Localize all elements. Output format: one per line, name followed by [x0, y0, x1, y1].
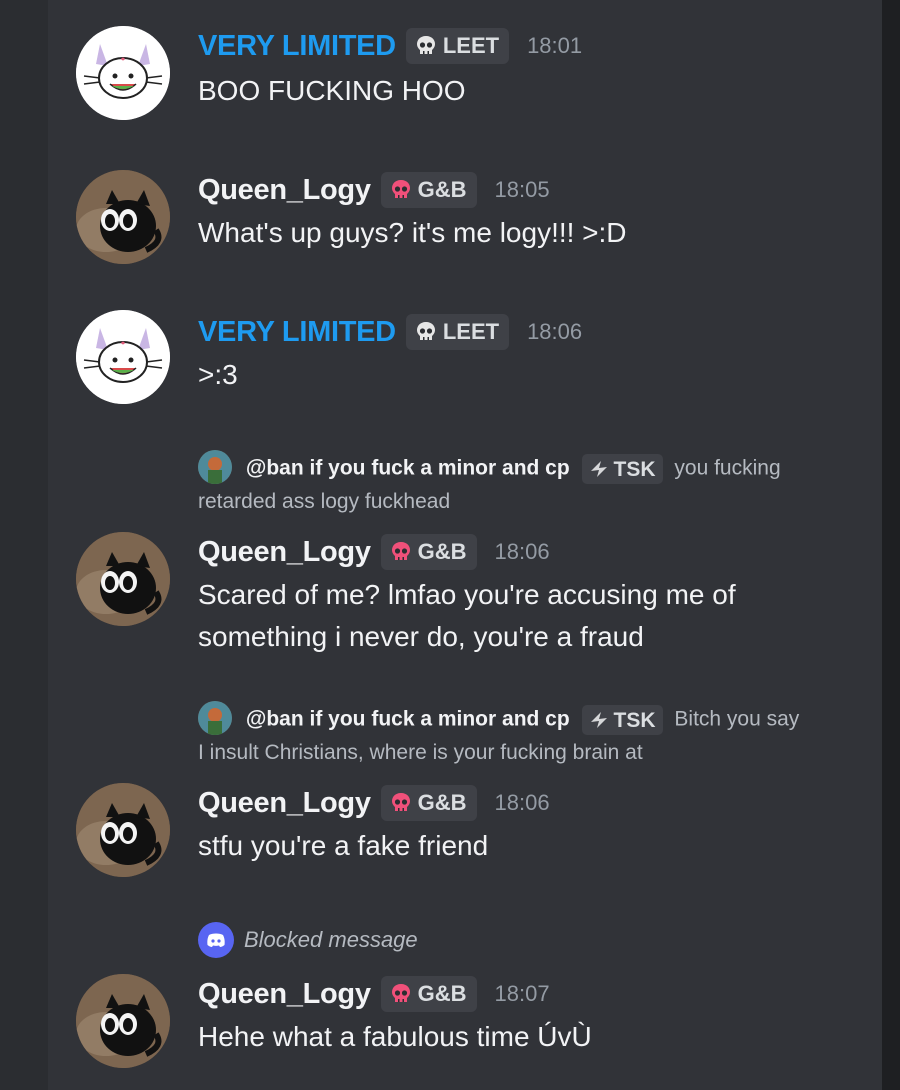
timestamp[interactable]: 18:07 [495, 981, 550, 1007]
message-header: VERY LIMITED LEET 18:01 [198, 28, 582, 64]
skull-icon [416, 36, 435, 54]
red-skull-icon [391, 984, 410, 1002]
reply-avatar [198, 450, 232, 484]
message-header: Queen_Logy G&B 18:05 [198, 172, 550, 208]
message-text: What's up guys? it's me logy!!! >:D [198, 217, 627, 248]
message-header: VERY LIMITED LEET 18:06 [198, 314, 582, 350]
reply-preview[interactable]: @ban if you fuck a minor and cp TSK Bitc… [198, 701, 808, 768]
blocked-message-notice[interactable]: Blocked message [198, 922, 418, 958]
timestamp[interactable]: 18:01 [527, 33, 582, 59]
message-text: BOO FUCKING HOO [198, 75, 466, 106]
server-tag[interactable]: G&B [380, 785, 477, 821]
timestamp[interactable]: 18:06 [495, 539, 550, 565]
lightning-icon [590, 712, 607, 728]
tag-label: G&B [417, 177, 467, 202]
red-skull-icon [391, 180, 410, 198]
reply-tag[interactable]: TSK [581, 705, 663, 735]
timestamp[interactable]: 18:05 [495, 177, 550, 203]
tag-label: LEET [442, 33, 500, 58]
server-list-edge [0, 0, 48, 1090]
server-tag[interactable]: G&B [380, 172, 477, 208]
message-header: Queen_Logy G&B 18:06 [198, 534, 550, 570]
message-text: stfu you're a fake friend [198, 830, 489, 861]
reply-tag-label: TSK [613, 457, 656, 481]
reply-tag[interactable]: TSK [581, 454, 663, 484]
skull-icon [416, 322, 435, 340]
username[interactable]: Queen_Logy [198, 174, 371, 207]
tag-label: G&B [417, 790, 467, 815]
lightning-icon [590, 461, 607, 477]
white-cat-avatar[interactable] [76, 310, 170, 404]
black-cat-avatar[interactable] [76, 532, 170, 626]
reply-preview[interactable]: @ban if you fuck a minor and cp TSK you … [198, 450, 808, 517]
tag-label: G&B [417, 981, 467, 1006]
chat-messages: VERY LIMITED LEET 18:01 BOO FUCKING HOO [48, 0, 882, 1090]
reply-username[interactable]: @ban if you fuck a minor and cp [246, 708, 570, 731]
tag-label: LEET [442, 319, 500, 344]
message-header: Queen_Logy G&B 18:06 [198, 785, 550, 821]
blocked-label: Blocked message [244, 927, 418, 952]
message-text: Hehe what a fabulous time ÚvÙ [198, 1021, 592, 1052]
server-tag[interactable]: G&B [380, 976, 477, 1012]
timestamp[interactable]: 18:06 [527, 319, 582, 345]
message-text: >:3 [198, 359, 238, 390]
white-cat-avatar[interactable] [76, 26, 170, 120]
timestamp[interactable]: 18:06 [495, 790, 550, 816]
scrollbar-track[interactable] [882, 0, 900, 1090]
red-skull-icon [391, 793, 410, 811]
username[interactable]: Queen_Logy [198, 536, 371, 569]
reply-avatar [198, 701, 232, 735]
red-skull-icon [391, 542, 410, 560]
server-tag[interactable]: LEET [405, 28, 510, 64]
black-cat-avatar[interactable] [76, 170, 170, 264]
message-header: Queen_Logy G&B 18:07 [198, 976, 550, 1012]
tag-label: G&B [417, 539, 467, 564]
discord-icon [198, 922, 234, 958]
message-text: Scared of me? lmfao you're accusing me o… [198, 579, 736, 652]
username[interactable]: VERY LIMITED [198, 30, 396, 63]
username[interactable]: Queen_Logy [198, 978, 371, 1011]
reply-username[interactable]: @ban if you fuck a minor and cp [246, 457, 570, 480]
black-cat-avatar[interactable] [76, 783, 170, 877]
username[interactable]: Queen_Logy [198, 787, 371, 820]
reply-tag-label: TSK [613, 708, 656, 732]
username[interactable]: VERY LIMITED [198, 316, 396, 349]
server-tag[interactable]: LEET [405, 314, 510, 350]
server-tag[interactable]: G&B [380, 534, 477, 570]
black-cat-avatar[interactable] [76, 974, 170, 1068]
